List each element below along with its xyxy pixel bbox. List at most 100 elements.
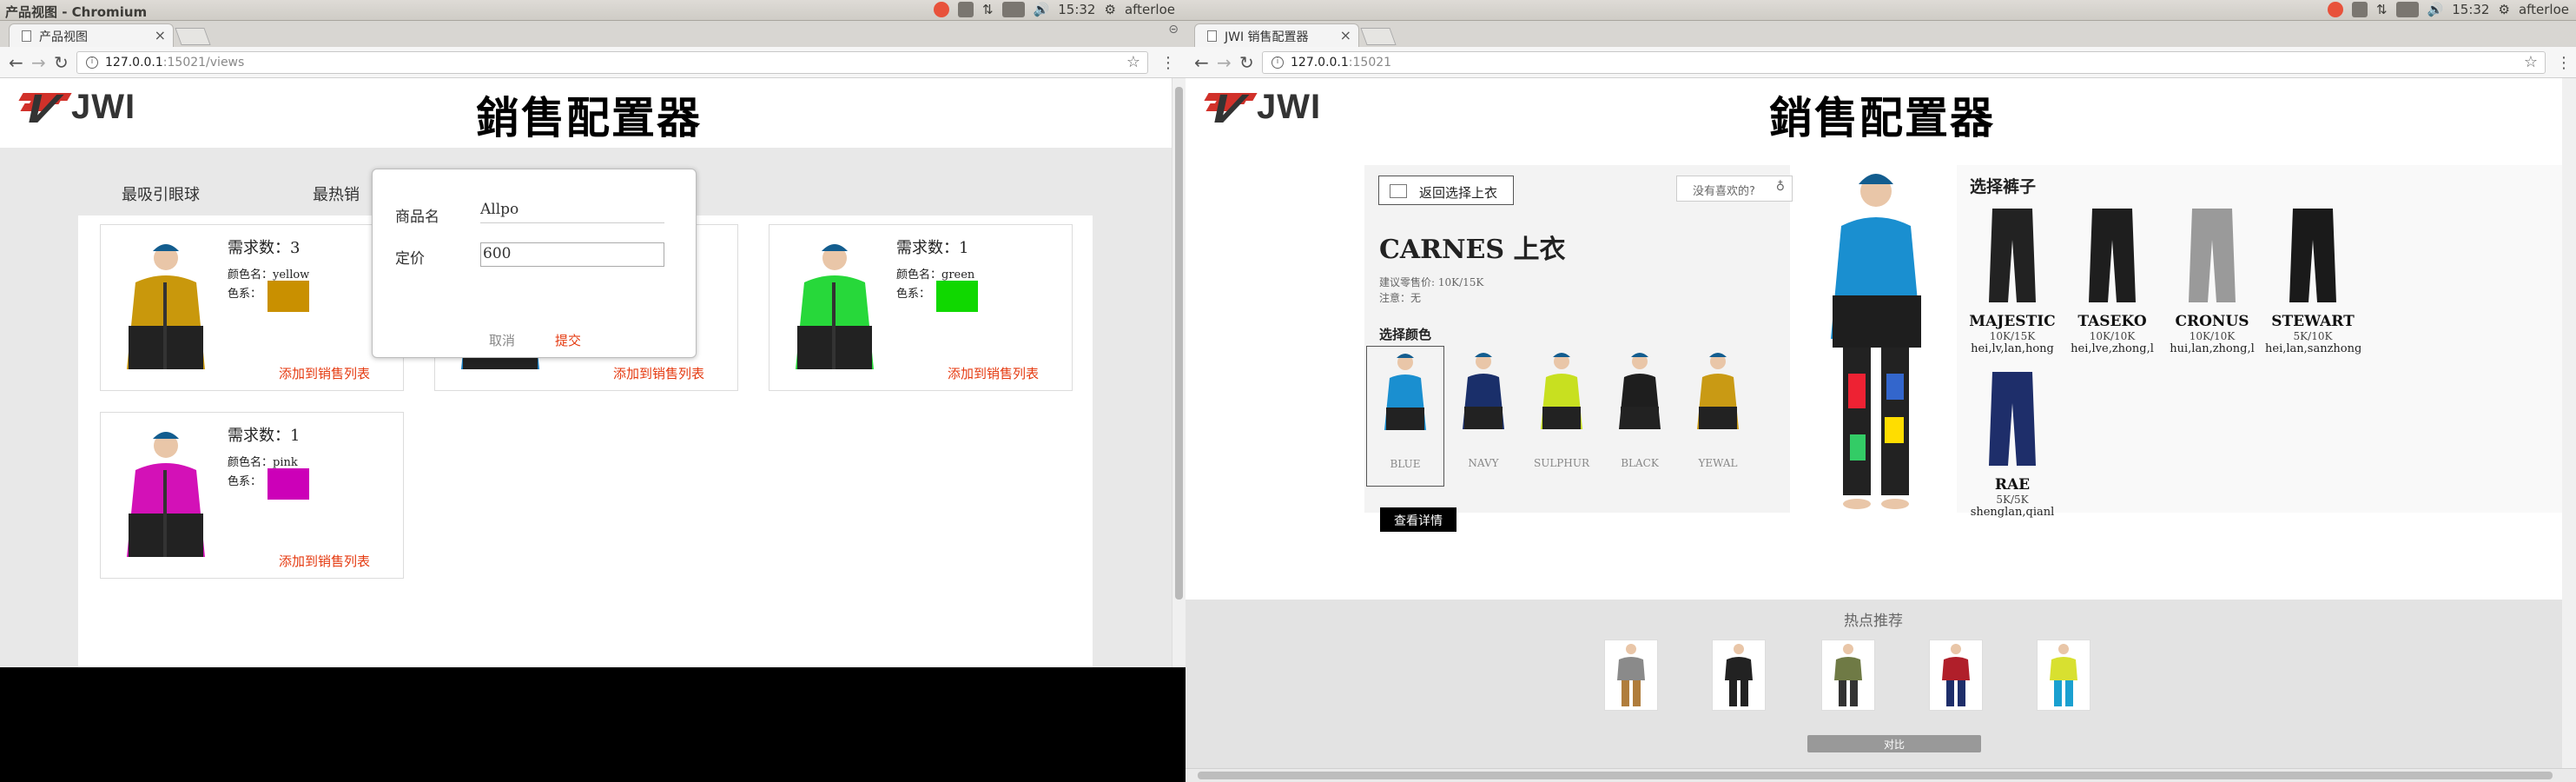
no-like-button[interactable]: 没有喜欢的? ♁ bbox=[1676, 176, 1793, 202]
browser-tab[interactable]: JWI 销售配置器 × bbox=[1194, 23, 1359, 47]
jacket-thumbnail bbox=[1697, 353, 1739, 429]
close-tab-icon[interactable]: × bbox=[1340, 27, 1351, 43]
hot-item-thumbnail[interactable] bbox=[1929, 640, 1983, 711]
network-icon[interactable]: ⇅ bbox=[2376, 2, 2388, 17]
product-card: 需求数：1 颜色名：pink 色系： 添加到销售列表 bbox=[100, 412, 404, 579]
color-option-yewal[interactable]: YEWAL bbox=[1679, 346, 1757, 487]
color-option-sulphur[interactable]: SULPHUR bbox=[1522, 346, 1601, 487]
hot-item-thumbnail[interactable] bbox=[1604, 640, 1658, 711]
back-arrow-icon[interactable]: ← bbox=[9, 52, 23, 73]
new-tab-button[interactable] bbox=[1360, 28, 1397, 45]
volume-icon[interactable]: 🔊 bbox=[2427, 2, 2444, 17]
page-viewport: V JWI 銷售配置器 最吸引眼球 最热销 需求数：3 颜色名：yellow 色… bbox=[0, 78, 1172, 667]
info-icon[interactable]: i bbox=[86, 56, 98, 69]
pants-colors: hei,lan,sanzhong bbox=[2265, 342, 2361, 355]
pants-option[interactable]: TASEKO 10K/10K hei,lve,zhong,l bbox=[2064, 205, 2160, 355]
vertical-scrollbar[interactable] bbox=[1172, 78, 1186, 667]
product-name-input[interactable]: Allpo bbox=[480, 199, 664, 223]
pants-name: TASEKO bbox=[2077, 313, 2147, 330]
battery-icon[interactable] bbox=[2395, 2, 2419, 17]
logo-mark-icon: V bbox=[1199, 88, 1264, 132]
system-tray: ⇅ 🔊 15:32 ⚙ afterloe bbox=[933, 2, 1175, 17]
jacket-image bbox=[127, 432, 205, 557]
compare-button[interactable]: 对比 bbox=[1807, 735, 1981, 752]
keyboard-icon[interactable] bbox=[2351, 2, 2368, 17]
pants-name: CRONUS bbox=[2175, 313, 2249, 330]
color-option-blue[interactable]: BLUE bbox=[1366, 346, 1444, 487]
add-to-sales-list-button[interactable]: 添加到销售列表 bbox=[613, 364, 704, 382]
close-tab-icon[interactable]: × bbox=[155, 27, 166, 43]
browser-tab[interactable]: 产品视图 × bbox=[9, 23, 174, 47]
browser-menu-icon[interactable]: ⋮ bbox=[1160, 54, 1176, 72]
submit-button[interactable]: 提交 bbox=[555, 331, 581, 349]
netease-music-icon[interactable] bbox=[2327, 2, 2343, 17]
pants-price: 5K/5K bbox=[1996, 494, 2029, 506]
netease-music-icon[interactable] bbox=[933, 2, 949, 17]
price-input[interactable]: 600 bbox=[480, 242, 664, 267]
color-option-black[interactable]: BLACK bbox=[1601, 346, 1679, 487]
add-to-sales-list-button[interactable]: 添加到销售列表 bbox=[948, 364, 1039, 382]
left-browser-window: 产品视图 - Chromium ⇅ 🔊 15:32 ⚙ afterloe 产品视… bbox=[0, 0, 1186, 782]
add-to-sales-list-button[interactable]: 添加到销售列表 bbox=[279, 364, 370, 382]
tab-best-selling[interactable]: 最热销 bbox=[313, 182, 360, 205]
add-to-sales-list-button[interactable]: 添加到销售列表 bbox=[279, 552, 370, 570]
clock[interactable]: 15:32 bbox=[1058, 2, 1095, 17]
gear-icon[interactable]: ⚙ bbox=[2498, 2, 2509, 17]
vertical-scrollbar[interactable] bbox=[2562, 78, 2576, 768]
os-title-bar: ⇅ 🔊 15:32 ⚙ afterloe bbox=[1186, 0, 2576, 21]
address-bar[interactable]: i 127.0.0.1:15021 ☆ bbox=[1262, 51, 2546, 74]
hot-item-thumbnail[interactable] bbox=[1821, 640, 1875, 711]
browser-menu-icon[interactable]: ⋮ bbox=[2556, 54, 2572, 72]
reload-icon[interactable]: ↻ bbox=[54, 52, 69, 73]
color-swatch bbox=[268, 281, 309, 312]
tab-most-attractive[interactable]: 最吸引眼球 bbox=[122, 182, 200, 205]
info-icon[interactable]: i bbox=[1271, 56, 1284, 69]
user-name[interactable]: afterloe bbox=[2519, 2, 2569, 17]
reload-icon[interactable]: ↻ bbox=[1239, 52, 1254, 73]
hot-item-thumbnail[interactable] bbox=[2037, 640, 2091, 711]
note-text: 注意：无 bbox=[1379, 292, 1422, 304]
network-icon[interactable]: ⇅ bbox=[982, 2, 994, 17]
select-pants-title: 选择裤子 bbox=[1970, 177, 2037, 196]
forward-arrow-icon[interactable]: → bbox=[1217, 52, 1232, 73]
pants-option[interactable]: RAE 5K/5K shenglan,qianl bbox=[1965, 368, 2060, 519]
page-favicon-icon bbox=[22, 30, 31, 42]
bookmark-star-icon[interactable]: ☆ bbox=[1126, 53, 1140, 71]
tab-title: 产品视图 bbox=[39, 30, 88, 44]
hot-item-thumbnail[interactable] bbox=[1712, 640, 1766, 711]
outfit-image bbox=[2050, 644, 2077, 706]
user-name[interactable]: afterloe bbox=[1125, 2, 1175, 17]
jwi-logo[interactable]: V JWI bbox=[1199, 87, 1321, 133]
pants-name: RAE bbox=[1994, 476, 2031, 494]
pants-option[interactable]: CRONUS 10K/10K hui,lan,zhong,l bbox=[2164, 205, 2260, 355]
url-path: :15021/views bbox=[162, 56, 245, 70]
horizontal-scrollbar[interactable] bbox=[1186, 768, 2576, 782]
profile-icon[interactable]: ⊝ bbox=[1168, 23, 1179, 36]
color-name: 颜色名：green bbox=[896, 268, 975, 282]
jwi-logo[interactable]: V JWI bbox=[13, 87, 135, 133]
bookmark-star-icon[interactable]: ☆ bbox=[2524, 53, 2538, 71]
battery-icon[interactable] bbox=[1001, 2, 1025, 17]
gear-icon[interactable]: ⚙ bbox=[1104, 2, 1115, 17]
color-name: 颜色名：yellow bbox=[228, 268, 310, 282]
jacket-image bbox=[127, 244, 205, 369]
jacket-thumbnail bbox=[1463, 353, 1504, 429]
forward-arrow-icon[interactable]: → bbox=[31, 52, 46, 73]
empty-area bbox=[0, 667, 1186, 782]
back-arrow-icon[interactable]: ← bbox=[1194, 52, 1209, 73]
product-card: 需求数：3 颜色名：yellow 色系： 添加到销售列表 bbox=[100, 224, 404, 391]
back-to-jackets-button[interactable]: 返回选择上衣 bbox=[1378, 176, 1514, 205]
pants-option[interactable]: MAJESTIC 10K/15K hei,lv,lan,hong bbox=[1965, 205, 2060, 355]
clock[interactable]: 15:32 bbox=[2452, 2, 2489, 17]
cancel-button[interactable]: 取消 bbox=[489, 331, 515, 349]
edit-product-modal: 商品名 Allpo 定价 600 取消 提交 bbox=[372, 169, 697, 358]
view-details-button[interactable]: 查看详情 bbox=[1380, 507, 1456, 532]
no-like-label: 没有喜欢的? bbox=[1693, 185, 1755, 198]
color-option-navy[interactable]: NAVY bbox=[1444, 346, 1522, 487]
address-bar[interactable]: i 127.0.0.1:15021/views ☆ bbox=[76, 51, 1148, 74]
system-tray: ⇅ 🔊 15:32 ⚙ afterloe bbox=[2327, 2, 2569, 17]
new-tab-button[interactable] bbox=[175, 28, 211, 45]
pants-option[interactable]: STEWART 5K/10K hei,lan,sanzhong bbox=[2265, 205, 2361, 355]
keyboard-icon[interactable] bbox=[957, 2, 974, 17]
volume-icon[interactable]: 🔊 bbox=[1034, 2, 1050, 17]
